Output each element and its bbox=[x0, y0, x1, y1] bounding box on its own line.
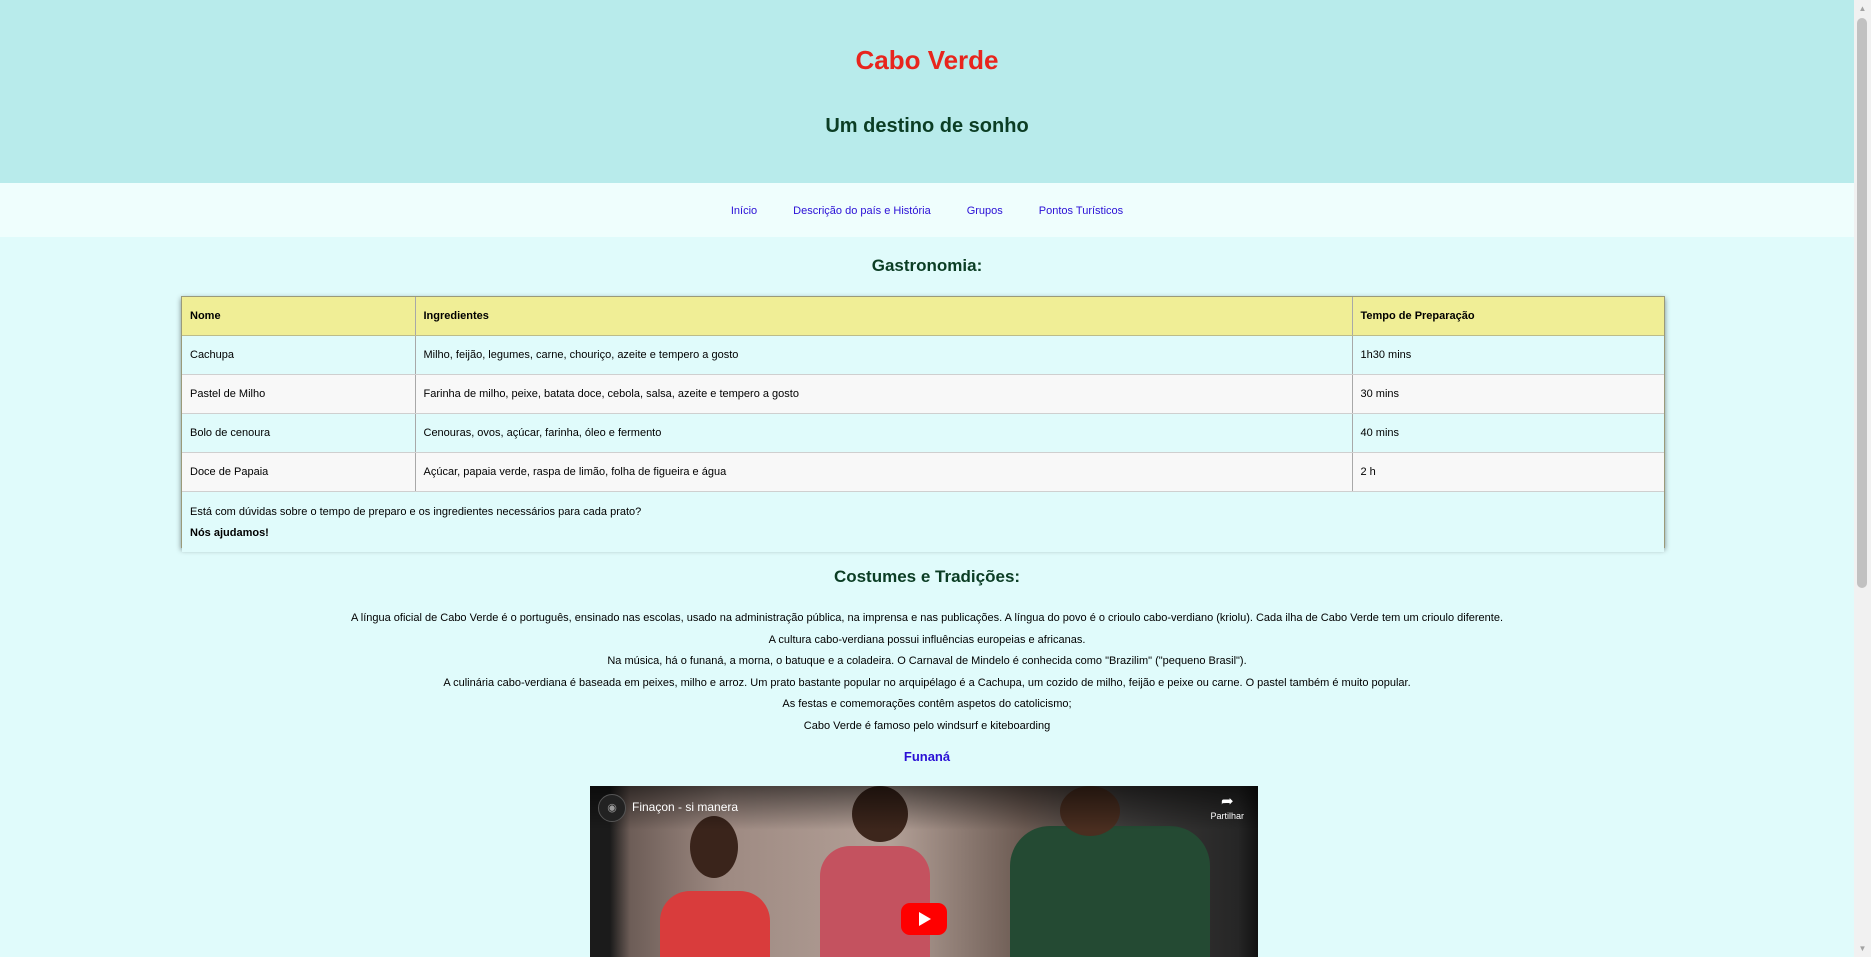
cell-nome: Cachupa bbox=[182, 335, 416, 375]
table-row: Doce de Papaia Açúcar, papaia verde, ras… bbox=[182, 452, 1664, 492]
video-frame-figure bbox=[820, 846, 930, 957]
channel-avatar-icon[interactable]: ◉ bbox=[598, 794, 626, 822]
table-footer-cell: Está com dúvidas sobre o tempo de prepar… bbox=[182, 491, 1664, 552]
site-title: Cabo Verde bbox=[855, 45, 999, 75]
gastronomia-title: Gastronomia: bbox=[871, 256, 983, 275]
nav-link-inicio[interactable]: Início bbox=[731, 205, 757, 217]
table-row: Bolo de cenoura Cenouras, ovos, açúcar, … bbox=[182, 413, 1664, 453]
scroll-up-arrow-icon[interactable]: ▲ bbox=[1854, 0, 1871, 17]
costumes-text: A língua oficial de Cabo Verde é o portu… bbox=[0, 608, 1854, 737]
table-row: Pastel de Milho Farinha de milho, peixe,… bbox=[182, 374, 1664, 414]
table-header-row: Nome Ingredientes Tempo de Preparação bbox=[182, 297, 1664, 336]
column-header-tempo: Tempo de Preparação bbox=[1352, 297, 1664, 336]
share-label: Partilhar bbox=[1210, 811, 1244, 821]
nav-list: Início Descrição do país e História Grup… bbox=[0, 183, 1854, 237]
costumes-title: Costumes e Tradições: bbox=[833, 567, 1021, 586]
cell-ingredientes: Farinha de milho, peixe, batata doce, ce… bbox=[415, 374, 1353, 414]
cell-nome: Doce de Papaia bbox=[182, 452, 416, 492]
cell-tempo: 40 mins bbox=[1352, 413, 1664, 453]
nav-item: Descrição do país e História bbox=[793, 201, 931, 219]
cell-tempo: 30 mins bbox=[1352, 374, 1664, 414]
gastronomia-table: Nome Ingredientes Tempo de Preparação Ca… bbox=[182, 297, 1664, 552]
costumes-paragraph: Na música, há o funaná, a morna, o batuq… bbox=[607, 655, 1247, 667]
footer-question: Está com dúvidas sobre o tempo de prepar… bbox=[190, 506, 642, 518]
nav-link-descricao[interactable]: Descrição do país e História bbox=[793, 205, 931, 217]
cell-ingredientes: Açúcar, papaia verde, raspa de limão, fo… bbox=[415, 452, 1353, 492]
main-nav: Início Descrição do país e História Grup… bbox=[0, 183, 1854, 237]
video-frame-figure bbox=[1010, 826, 1210, 957]
cell-tempo: 2 h bbox=[1352, 452, 1664, 492]
nav-item: Pontos Turísticos bbox=[1039, 201, 1123, 219]
table-row: Cachupa Milho, feijão, legumes, carne, c… bbox=[182, 335, 1664, 375]
cell-nome: Pastel de Milho bbox=[182, 374, 416, 414]
costumes-paragraph: As festas e comemorações contêm aspetos … bbox=[782, 698, 1072, 710]
costumes-paragraph: A cultura cabo-verdiana possui influênci… bbox=[768, 633, 1086, 646]
share-icon: ➦ bbox=[1220, 793, 1234, 810]
scroll-down-arrow-icon[interactable]: ▼ bbox=[1854, 940, 1871, 957]
costumes-paragraph: A língua oficial de Cabo Verde é o portu… bbox=[350, 612, 1504, 624]
costumes-paragraph: Cabo Verde é famoso pelo windsurf e kite… bbox=[803, 719, 1051, 732]
site-subtitle: Um destino de sonho bbox=[825, 115, 1029, 137]
footer-help-text: Nós ajudamos! bbox=[190, 527, 269, 539]
cell-ingredientes: Cenouras, ovos, açúcar, farinha, óleo e … bbox=[415, 413, 1353, 453]
scrollbar-thumb[interactable] bbox=[1857, 18, 1867, 588]
cell-nome: Bolo de cenoura bbox=[182, 413, 416, 453]
gastronomia-table-container: Nome Ingredientes Tempo de Preparação Ca… bbox=[181, 296, 1665, 552]
site-header: Cabo Verde Um destino de sonho bbox=[0, 0, 1854, 183]
nav-link-pontos-turisticos[interactable]: Pontos Turísticos bbox=[1039, 205, 1123, 217]
nav-item: Grupos bbox=[967, 201, 1003, 219]
nav-link-grupos[interactable]: Grupos bbox=[967, 205, 1003, 217]
column-header-ingredientes: Ingredientes bbox=[415, 297, 1353, 336]
cell-ingredientes: Milho, feijão, legumes, carne, chouriço,… bbox=[415, 335, 1353, 375]
table-footer-row: Está com dúvidas sobre o tempo de prepar… bbox=[182, 491, 1664, 552]
share-button[interactable]: ➦ Partilhar bbox=[1210, 794, 1244, 822]
costumes-paragraph: A culinária cabo-verdiana é baseada em p… bbox=[443, 676, 1411, 689]
column-header-nome: Nome bbox=[182, 297, 416, 336]
vertical-scrollbar[interactable]: ▲ ▼ bbox=[1854, 0, 1871, 957]
video-title[interactable]: Finaçon - si manera bbox=[632, 800, 738, 814]
funana-heading: Funaná bbox=[903, 749, 951, 764]
cell-tempo: 1h30 mins bbox=[1352, 335, 1664, 375]
play-icon[interactable] bbox=[901, 903, 947, 935]
page: Cabo Verde Um destino de sonho Início De… bbox=[0, 0, 1854, 957]
nav-item: Início bbox=[731, 201, 757, 219]
youtube-video-player[interactable]: ◉ Finaçon - si manera ➦ Partilhar bbox=[590, 786, 1258, 957]
video-frame-figure bbox=[660, 891, 770, 957]
